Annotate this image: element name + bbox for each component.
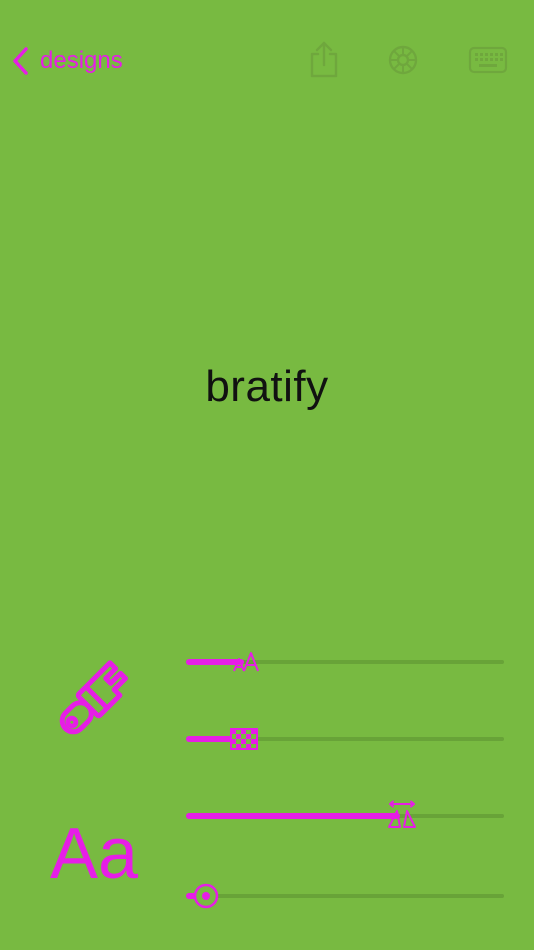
back-label: designs xyxy=(40,47,123,74)
blur-thumb-icon[interactable] xyxy=(192,882,220,910)
paintbrush-icon[interactable] xyxy=(52,656,134,746)
share-icon[interactable] xyxy=(306,40,342,80)
font-icon[interactable]: Aa xyxy=(50,818,138,890)
preview-text: bratify xyxy=(205,362,329,411)
checkerboard-thumb-icon[interactable] xyxy=(230,728,258,750)
slider-track xyxy=(186,894,504,898)
keyboard-icon[interactable] xyxy=(468,46,508,74)
letter-spacing-slider[interactable] xyxy=(186,800,504,828)
slider-fill xyxy=(186,813,400,819)
blur-slider[interactable] xyxy=(186,882,504,910)
back-button[interactable]: designs xyxy=(10,40,123,82)
opacity-slider[interactable] xyxy=(186,727,504,751)
settings-icon[interactable] xyxy=(385,42,421,78)
text-size-thumb-icon[interactable] xyxy=(230,651,264,673)
font-size-slider[interactable] xyxy=(186,650,504,674)
chevron-left-icon xyxy=(13,47,28,75)
letter-spacing-thumb-icon[interactable] xyxy=(386,800,418,830)
